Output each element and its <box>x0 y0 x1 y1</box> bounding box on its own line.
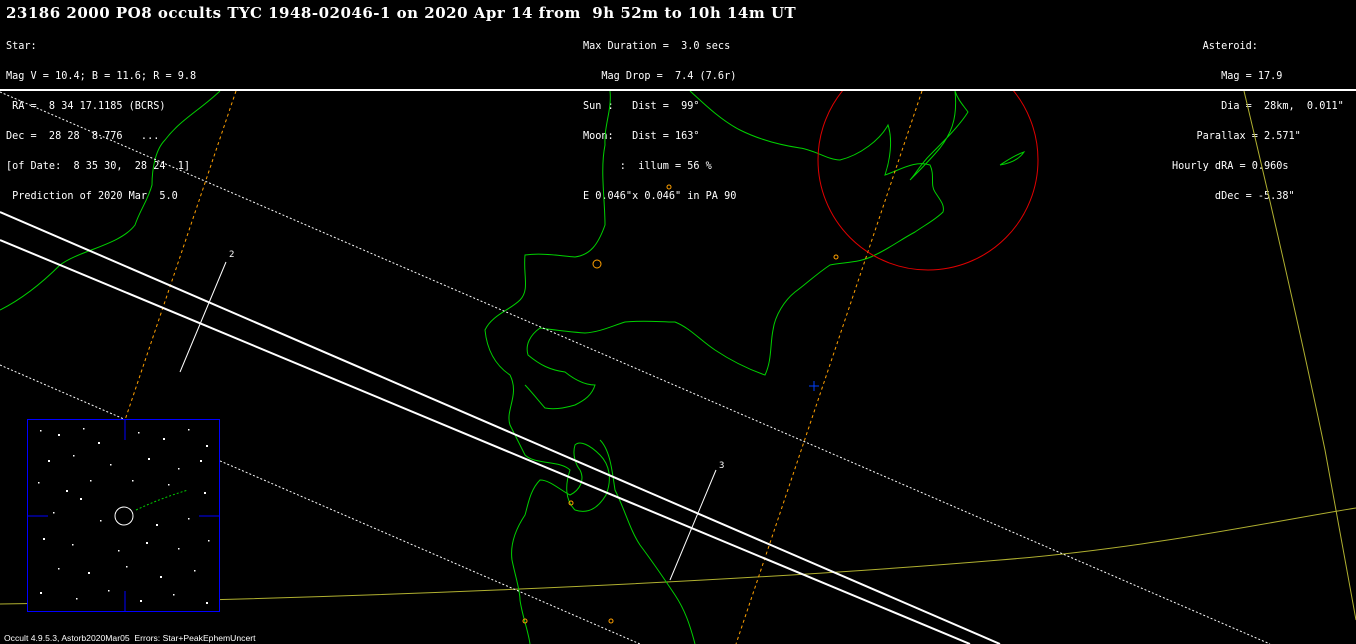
site-marker <box>833 254 839 260</box>
star-info-line: Star: <box>6 41 37 52</box>
coastline <box>999 151 1026 166</box>
target-star-circle <box>114 506 134 526</box>
event-info-line: Max Duration = 3.0 secs <box>583 41 731 52</box>
observer-site-cross <box>809 381 819 391</box>
coastline <box>909 91 969 181</box>
asteroid-info-line: Asteroid: <box>1172 41 1258 52</box>
software-footer: Occult 4.9.5.3, Astorb2020Mar05 Errors: … <box>4 633 256 643</box>
asteroid-info-line: Mag = 17.9 <box>1172 71 1283 82</box>
coastline <box>599 439 696 644</box>
coastline <box>0 91 221 311</box>
time-label-2: 2 <box>229 250 234 260</box>
site-marker <box>608 618 614 624</box>
event-info-line: Mag Drop = 7.4 (7.6r) <box>583 71 737 82</box>
sigma-limit-line <box>735 91 923 644</box>
time-tick-3 <box>669 469 717 581</box>
longitude-grid-line <box>1243 91 1356 621</box>
site-marker <box>592 259 602 269</box>
star-info-line: Mag V = 10.4; B = 11.6; R = 9.8 <box>6 71 197 82</box>
asteroid-track <box>135 489 189 511</box>
star-chart <box>28 420 219 611</box>
field-stars <box>38 428 210 604</box>
site-marker <box>666 184 672 190</box>
star-field-inset <box>27 419 220 612</box>
prediction-title: 23186 2000 PO8 occults TYC 1948-02046-1 … <box>6 4 797 22</box>
observer-range-circle <box>817 91 1039 271</box>
time-label-3: 3 <box>719 461 724 471</box>
coastline <box>524 91 944 410</box>
